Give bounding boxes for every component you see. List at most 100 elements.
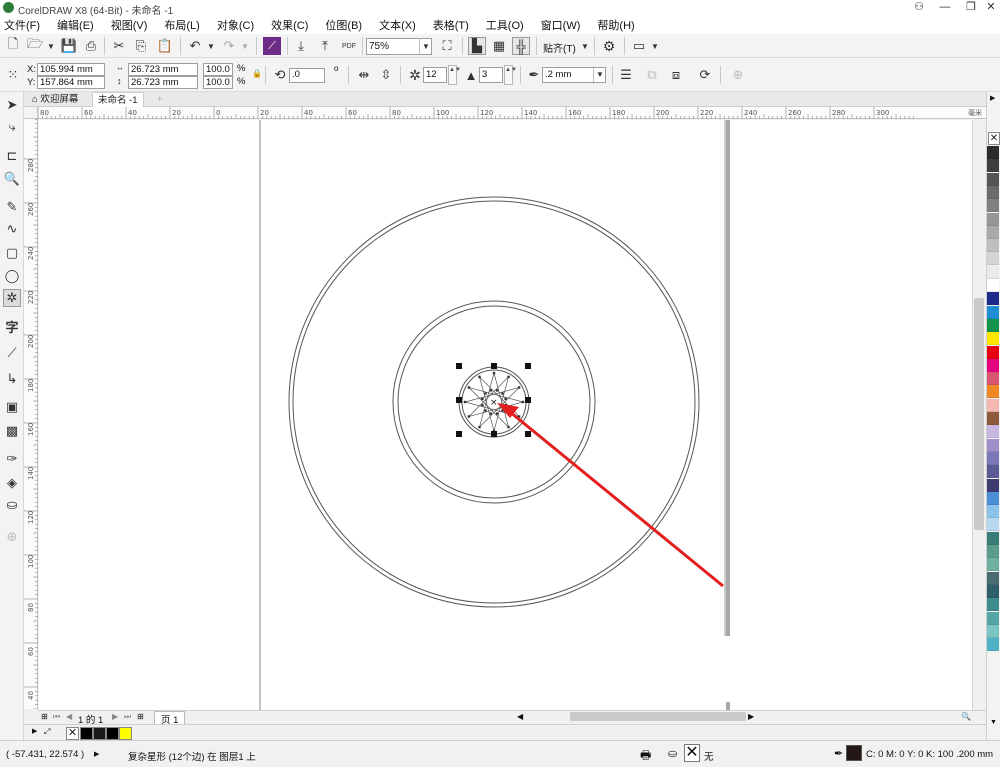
- add-page-after-icon[interactable]: ⊞: [137, 712, 144, 721]
- palette-swatch[interactable]: [987, 531, 999, 545]
- sharpness-spinner[interactable]: ▲▼: [504, 65, 517, 85]
- sharpness-field[interactable]: 3: [479, 67, 503, 83]
- menu-object[interactable]: 对象(C): [217, 17, 254, 33]
- drawing-canvas[interactable]: ×: [39, 120, 972, 710]
- palette-swatch[interactable]: [987, 638, 999, 652]
- palette-swatch[interactable]: [987, 358, 999, 372]
- shape-tool-icon[interactable]: ⤷: [3, 118, 21, 136]
- drop-shadow-icon[interactable]: ▣: [3, 398, 21, 416]
- menu-layout[interactable]: 布局(L): [164, 17, 199, 33]
- options-gear-icon[interactable]: ⚙: [600, 37, 618, 55]
- vertical-scroll-thumb[interactable]: [974, 298, 984, 530]
- palette-swatch[interactable]: [987, 611, 999, 625]
- palette-swatch[interactable]: [987, 412, 999, 425]
- palette-swatch[interactable]: [987, 239, 999, 253]
- print-icon[interactable]: ⎙: [82, 37, 100, 55]
- copy-icon[interactable]: ⎘: [132, 37, 150, 55]
- zoom-dropdown-icon[interactable]: ▼: [419, 38, 432, 55]
- palette-swatch[interactable]: [987, 624, 999, 638]
- menu-bitmaps[interactable]: 位图(B): [325, 17, 362, 33]
- palette-swatch[interactable]: [987, 185, 999, 199]
- search-content-icon[interactable]: ⟋: [263, 37, 281, 55]
- palette-swatch[interactable]: [987, 212, 999, 226]
- object-origin-icon[interactable]: ⁙: [4, 66, 22, 84]
- star-points-field[interactable]: 12: [423, 67, 447, 83]
- show-rulers-icon[interactable]: ▙: [468, 37, 486, 55]
- rotation-angle-field[interactable]: .0: [289, 68, 325, 83]
- no-color-swatch[interactable]: ✕: [988, 132, 1000, 145]
- redo-dropdown-icon[interactable]: ▼: [236, 37, 254, 55]
- palette-swatch[interactable]: [987, 292, 999, 306]
- import-icon[interactable]: ⤓: [292, 37, 310, 55]
- height-field[interactable]: 26.723 mm: [128, 76, 198, 89]
- palette-swatch[interactable]: [987, 318, 999, 332]
- color-proof-icon[interactable]: 🖶: [640, 746, 651, 767]
- launcher-dropdown-icon[interactable]: ▼: [646, 37, 664, 55]
- eyedropper-small-icon[interactable]: ⤢: [44, 727, 50, 737]
- add-tab-button[interactable]: +: [152, 92, 168, 107]
- palette-swatch[interactable]: [987, 279, 999, 292]
- eyedropper-icon[interactable]: ✑: [3, 450, 21, 468]
- palette-swatch[interactable]: [987, 305, 999, 319]
- menu-view[interactable]: 视图(V): [111, 17, 148, 33]
- text-wrap-icon[interactable]: ☰: [617, 66, 635, 84]
- menu-edit[interactable]: 编辑(E): [57, 17, 94, 33]
- show-grid-icon[interactable]: ▦: [490, 37, 508, 55]
- menu-file[interactable]: 文件(F): [4, 17, 40, 33]
- tab-document[interactable]: 未命名 -1: [92, 92, 144, 107]
- document-palette-swatch[interactable]: [93, 727, 106, 740]
- palette-swatch[interactable]: [987, 146, 999, 159]
- add-tool-icon[interactable]: ⊕: [3, 528, 21, 546]
- full-screen-preview-icon[interactable]: ⛶: [438, 37, 456, 55]
- menu-tools[interactable]: 工具(O): [486, 17, 524, 33]
- palette-swatch[interactable]: [987, 225, 999, 239]
- palette-swatch[interactable]: [987, 345, 999, 359]
- publish-pdf-icon[interactable]: PDF: [340, 37, 358, 55]
- scale-x-field[interactable]: 100.0: [203, 63, 233, 76]
- add-icon[interactable]: ⊕: [729, 66, 747, 84]
- palette-swatch[interactable]: [987, 252, 999, 266]
- menu-help[interactable]: 帮助(H): [597, 17, 634, 33]
- add-page-before-icon[interactable]: ⊞: [41, 712, 48, 721]
- ellipse-tool-icon[interactable]: ◯: [3, 267, 21, 285]
- menu-table[interactable]: 表格(T): [433, 17, 469, 33]
- zoom-tool-icon[interactable]: 🔍: [3, 170, 21, 188]
- palette-swatch[interactable]: [987, 518, 999, 532]
- palette-swatch[interactable]: [987, 478, 999, 492]
- snap-to-menu[interactable]: 贴齐(T): [543, 40, 576, 55]
- next-page-icon[interactable]: ▶: [112, 712, 118, 721]
- doc-no-color-swatch[interactable]: ✕: [66, 727, 79, 740]
- ruler-corner[interactable]: [24, 107, 38, 119]
- mirror-vertical-icon[interactable]: ⇳: [377, 66, 395, 84]
- zoom-navigator-icon[interactable]: 🔍: [961, 712, 971, 721]
- lock-ratio-icon[interactable]: 🔒: [252, 69, 262, 78]
- rectangle-tool-icon[interactable]: ▢: [3, 244, 21, 262]
- menu-text[interactable]: 文本(X): [379, 17, 416, 33]
- text-tool-icon[interactable]: 字: [3, 317, 21, 335]
- palette-swatch[interactable]: [987, 545, 999, 558]
- close-button[interactable]: ✕: [978, 0, 1000, 16]
- rotation-icon[interactable]: ⟲: [271, 66, 289, 84]
- palette-swatch[interactable]: [987, 438, 999, 452]
- save-icon[interactable]: 💾: [60, 37, 78, 55]
- palette-swatch[interactable]: [987, 558, 999, 572]
- horizontal-ruler[interactable]: 80 60 40 20 0 20 40 60 80 100 120 140 160 180 200 220 24…: [38, 107, 986, 119]
- palette-swatch[interactable]: [987, 491, 999, 505]
- star-points-spinner[interactable]: ▲▼: [448, 65, 461, 85]
- vertical-ruler[interactable]: 280 260 240 220 200 180 160 140 120 100 80 60 40: [24, 119, 38, 709]
- minimize-button[interactable]: —: [932, 0, 958, 16]
- document-palette-swatch[interactable]: [80, 727, 93, 740]
- palette-swatch[interactable]: [987, 159, 999, 173]
- scroll-right-icon[interactable]: ▶: [748, 712, 754, 721]
- document-palette-swatch[interactable]: [119, 727, 132, 740]
- no-fill-swatch[interactable]: ✕: [684, 744, 700, 762]
- export-icon[interactable]: ⤒: [316, 37, 334, 55]
- palette-scroll-up-icon[interactable]: ▶: [990, 94, 995, 102]
- palette-swatch[interactable]: [987, 465, 999, 479]
- cut-icon[interactable]: ✂: [110, 37, 128, 55]
- open-recent-dropdown-icon[interactable]: ▼: [42, 37, 60, 55]
- palette-swatch[interactable]: [987, 265, 999, 279]
- palette-swatch[interactable]: [987, 584, 999, 598]
- first-page-icon[interactable]: ⏮: [53, 712, 60, 722]
- to-front-icon[interactable]: ⧉: [643, 66, 661, 84]
